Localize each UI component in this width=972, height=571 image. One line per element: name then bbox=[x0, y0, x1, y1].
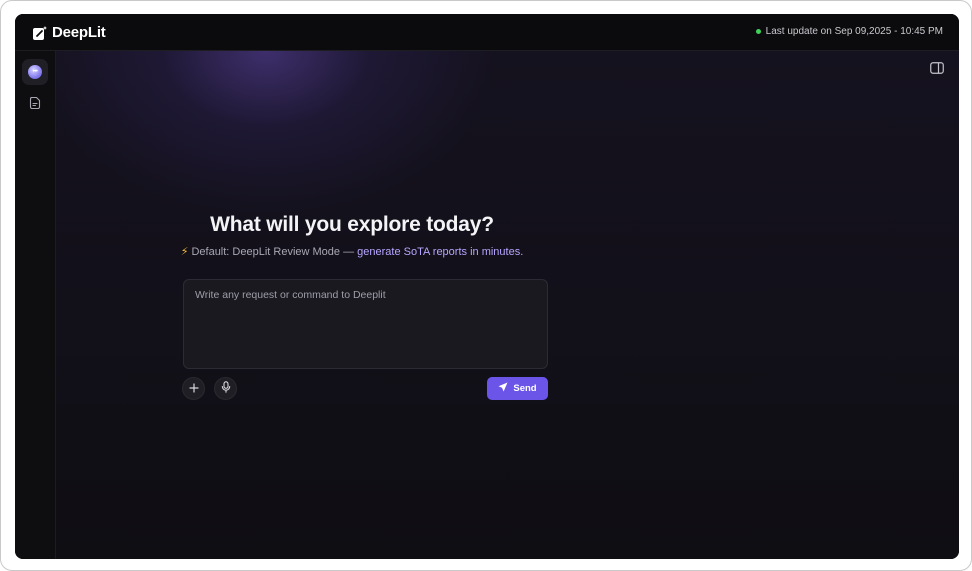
document-icon bbox=[28, 96, 42, 115]
plus-icon bbox=[188, 380, 199, 398]
prompt-input[interactable] bbox=[184, 280, 547, 368]
logo-icon bbox=[32, 25, 48, 41]
sidebar-rail: ••• bbox=[15, 51, 56, 559]
send-icon bbox=[498, 382, 508, 395]
main-area: What will you explore today? ⚡ Default: D… bbox=[56, 51, 959, 559]
send-label: Send bbox=[513, 383, 537, 394]
panel-toggle-button[interactable] bbox=[929, 62, 945, 78]
last-update-text: Last update on Sep 09,2025 - 10:45 PM bbox=[765, 26, 943, 37]
assistant-orb-icon: ••• bbox=[28, 65, 42, 79]
window-frame: DeepLit Last update on Sep 09,2025 - 10:… bbox=[0, 0, 972, 571]
sidebar-item-assistant[interactable]: ••• bbox=[22, 59, 48, 85]
app-window: DeepLit Last update on Sep 09,2025 - 10:… bbox=[15, 14, 959, 559]
sidebar-item-documents[interactable] bbox=[22, 92, 48, 118]
last-update-status: Last update on Sep 09,2025 - 10:45 PM bbox=[755, 26, 943, 37]
page-title: What will you explore today? bbox=[210, 213, 494, 236]
lightning-icon: ⚡ bbox=[180, 246, 189, 258]
app-logo[interactable]: DeepLit bbox=[32, 24, 106, 41]
prompt-container bbox=[183, 279, 548, 369]
add-attachment-button[interactable] bbox=[182, 377, 205, 400]
mode-prefix: Default: DeepLit Review Mode — bbox=[191, 246, 355, 258]
microphone-icon bbox=[221, 380, 231, 398]
top-bar: DeepLit Last update on Sep 09,2025 - 10:… bbox=[15, 14, 959, 51]
app-name: DeepLit bbox=[52, 24, 106, 41]
status-dot-icon bbox=[755, 29, 761, 34]
mode-description: ⚡ Default: DeepLit Review Mode — generate… bbox=[56, 245, 648, 258]
mode-highlight-link[interactable]: generate SoTA reports in minutes. bbox=[357, 246, 523, 258]
sidebar-panel-icon bbox=[930, 61, 944, 79]
send-button[interactable]: Send bbox=[487, 377, 548, 400]
voice-input-button[interactable] bbox=[214, 377, 237, 400]
